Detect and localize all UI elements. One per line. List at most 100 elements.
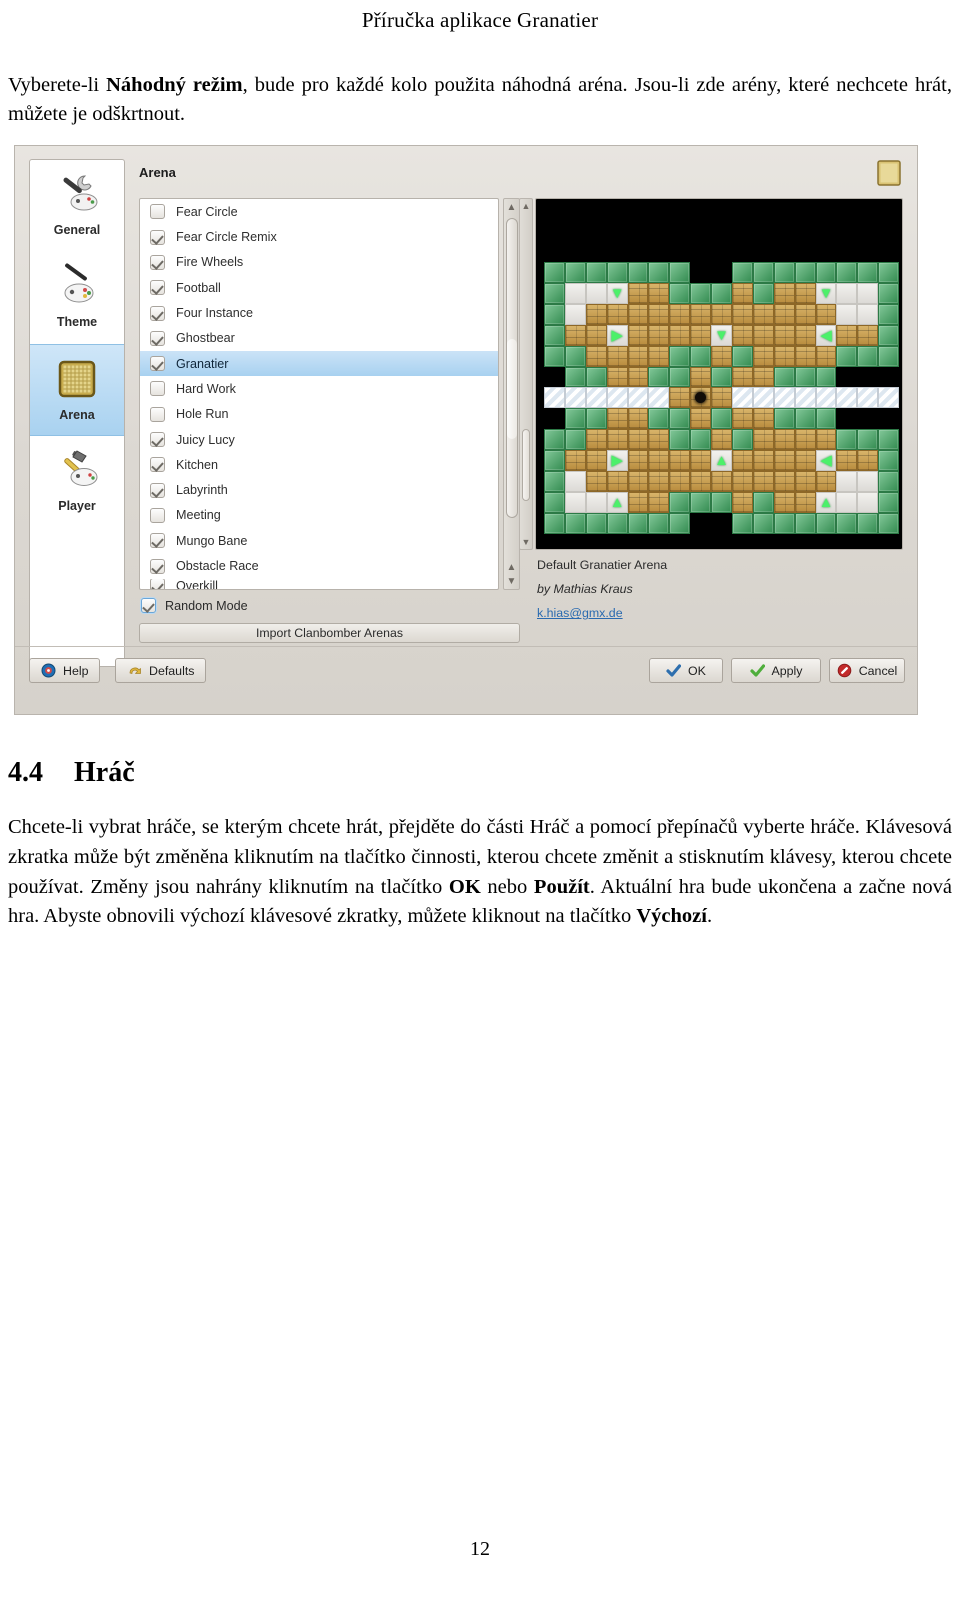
page-number: 12 xyxy=(470,1538,490,1560)
checkbox-indicator[interactable] xyxy=(141,598,156,614)
hammer-gamepad-icon xyxy=(51,444,103,496)
settings-sidebar[interactable]: General Theme Arena Player xyxy=(29,159,125,668)
list-item-label: Ghostbear xyxy=(176,331,235,346)
granatier-configure-dialog[interactable]: Arena General Theme Arena Player Fear Ci… xyxy=(14,145,918,716)
arena-tile xyxy=(815,366,837,388)
checkbox-indicator[interactable] xyxy=(150,457,165,473)
checkbox-indicator[interactable] xyxy=(150,381,165,397)
list-item[interactable]: Fear Circle xyxy=(140,199,498,224)
cancel-button[interactable]: Cancel xyxy=(829,658,905,684)
checkbox-indicator[interactable] xyxy=(150,356,165,372)
arena-tile xyxy=(773,387,795,409)
arena-tile xyxy=(690,408,712,430)
list-item[interactable]: Football xyxy=(140,275,498,300)
arena-tile xyxy=(794,262,816,283)
defaults-button[interactable]: Defaults xyxy=(115,658,207,684)
scroll-up-small-icon[interactable]: ▲ xyxy=(504,560,519,574)
arena-list-scrollbar[interactable]: ▲ ▲ ▼ xyxy=(503,198,520,591)
checkbox-indicator[interactable] xyxy=(150,280,165,296)
checkbox-indicator[interactable] xyxy=(150,406,165,422)
list-item[interactable]: Ghostbear xyxy=(140,326,498,351)
preview-arena-email-link[interactable]: k.hias@gmx.de xyxy=(537,606,623,620)
import-clanbomber-arenas-button[interactable]: Import Clanbomber Arenas xyxy=(139,623,520,644)
scroll-down-icon[interactable]: ▼ xyxy=(520,536,532,548)
arena-tile xyxy=(564,429,586,451)
list-item[interactable]: Mungo Bane xyxy=(140,528,498,553)
arena-tile xyxy=(544,324,565,346)
arena-grid: ▼ ▼ ▶ ▼ ◀ ▶ ▲ ◀ ▲ ▲ xyxy=(544,241,900,534)
arena-tile xyxy=(648,512,670,534)
checkbox-indicator[interactable] xyxy=(150,330,165,346)
arena-tile xyxy=(564,303,586,325)
apply-button[interactable]: Apply xyxy=(731,658,821,684)
random-mode-checkbox[interactable]: Random Mode xyxy=(141,598,248,614)
arena-tile xyxy=(857,450,879,472)
arena-tile xyxy=(648,450,670,472)
list-item[interactable]: Juicy Lucy xyxy=(140,427,498,452)
arena-grid-icon xyxy=(877,160,901,186)
ok-button[interactable]: OK xyxy=(649,658,723,684)
list-item-label: Granatier xyxy=(176,356,229,371)
arena-tile xyxy=(606,512,628,534)
scrollbar-thumb[interactable] xyxy=(522,429,530,502)
blue-check-icon xyxy=(666,663,682,678)
arena-tile xyxy=(732,471,753,492)
checkbox-indicator[interactable] xyxy=(150,204,165,220)
scroll-up-icon[interactable]: ▲ xyxy=(520,200,532,212)
checkbox-indicator[interactable] xyxy=(150,254,165,270)
checkbox-indicator[interactable] xyxy=(150,558,165,574)
arena-tile xyxy=(836,241,858,263)
list-item-label: Mungo Bane xyxy=(176,533,248,548)
list-item[interactable]: Fire Wheels xyxy=(140,250,498,275)
arena-tile xyxy=(836,512,858,534)
arena-tile xyxy=(585,303,607,325)
arena-tile xyxy=(732,429,753,451)
arena-tile xyxy=(752,262,774,283)
checkbox-indicator[interactable] xyxy=(150,482,165,498)
checkbox-indicator[interactable] xyxy=(150,432,165,448)
arena-list[interactable]: Fear Circle Fear Circle Remix Fire Wheels F… xyxy=(139,198,499,591)
list-item[interactable]: Obstacle Race xyxy=(140,553,498,578)
scrollbar-thumb[interactable] xyxy=(506,218,518,519)
arena-tile xyxy=(669,345,691,367)
arena-tile xyxy=(732,387,753,409)
help-button[interactable]: Help xyxy=(29,658,101,684)
sidebar-item-arena[interactable]: Arena xyxy=(30,344,124,437)
arena-tile xyxy=(794,387,816,409)
arena-tile xyxy=(752,241,774,263)
checkbox-indicator[interactable] xyxy=(150,578,165,590)
checkbox-indicator[interactable] xyxy=(150,507,165,523)
arena-tile xyxy=(711,303,733,325)
checkbox-indicator[interactable] xyxy=(150,229,165,245)
scroll-up-icon[interactable]: ▲ xyxy=(504,200,519,214)
checkbox-indicator[interactable] xyxy=(150,305,165,321)
preview-scrollbar[interactable]: ▲ ▼ xyxy=(519,198,533,551)
list-item[interactable]: Meeting xyxy=(140,503,498,528)
sidebar-item-general[interactable]: General xyxy=(30,160,124,252)
green-check-icon xyxy=(749,663,765,678)
list-item[interactable]: Kitchen xyxy=(140,452,498,477)
arena-tile xyxy=(794,345,816,367)
arena-tile xyxy=(606,387,628,409)
list-item[interactable]: Hole Run xyxy=(140,402,498,427)
arena-tile xyxy=(585,512,607,534)
arena-tile xyxy=(544,345,565,367)
sidebar-item-player[interactable]: Player xyxy=(30,436,124,528)
checkbox-indicator[interactable] xyxy=(150,533,165,549)
arena-tile xyxy=(544,491,565,513)
preview-arena-name: Default Granatier Arena xyxy=(537,558,668,573)
arena-tile xyxy=(752,387,774,409)
list-item[interactable]: Labyrinth xyxy=(140,477,498,502)
arena-tile xyxy=(857,303,879,325)
sidebar-item-theme[interactable]: Theme xyxy=(30,252,124,344)
arena-tile xyxy=(836,303,858,325)
list-item[interactable]: Fear Circle Remix xyxy=(140,225,498,250)
list-item[interactable]: Granatier xyxy=(140,351,498,377)
list-item[interactable]: Overkill xyxy=(140,578,498,590)
arena-tile xyxy=(752,324,774,346)
list-item[interactable]: Four Instance xyxy=(140,300,498,325)
arena-tile xyxy=(836,491,858,513)
scroll-down-icon[interactable]: ▼ xyxy=(504,574,519,588)
list-item[interactable]: Hard Work xyxy=(140,376,498,401)
arena-tile xyxy=(606,345,628,367)
